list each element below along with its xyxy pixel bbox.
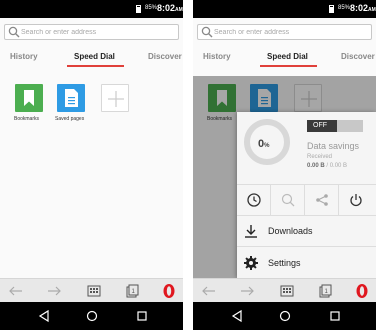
- main-menu-panel: 0% OFF Data savings Received 0.00 B / 0.…: [237, 112, 376, 278]
- address-bar[interactable]: [197, 24, 372, 40]
- document-icon: [65, 89, 78, 107]
- tab-discover[interactable]: Discover: [341, 52, 375, 61]
- search-icon: [281, 193, 295, 207]
- power-icon: [350, 194, 362, 207]
- menu-item-downloads[interactable]: Downloads: [237, 216, 376, 247]
- phone-screen-speed-dial: 85% 8:02AM History Speed Dial Discover B…: [0, 0, 183, 330]
- data-savings-title: Data savings: [307, 141, 360, 151]
- menu-item-settings[interactable]: Settings: [237, 248, 376, 278]
- bottom-toolbar: 1: [193, 278, 376, 303]
- speed-dial-grid-icon[interactable]: [86, 283, 102, 299]
- tab-bar: History Speed Dial Discover: [0, 50, 183, 70]
- speed-dial-label: Saved pages: [55, 116, 85, 122]
- clock-icon: [247, 193, 261, 207]
- plus-icon: [108, 91, 124, 107]
- clock: 8:02AM: [157, 3, 183, 13]
- android-nav-bar: [0, 302, 183, 330]
- nav-recents-icon[interactable]: [327, 308, 343, 324]
- active-tab-indicator: [260, 65, 317, 67]
- tab-history[interactable]: History: [203, 52, 231, 61]
- menu-item-label: Settings: [268, 258, 301, 268]
- active-tab-indicator: [67, 65, 124, 67]
- status-bar: 85% 8:02AM: [0, 0, 183, 18]
- history-button[interactable]: [237, 185, 271, 215]
- speed-dial-bookmarks[interactable]: [15, 84, 43, 112]
- tab-speed-dial[interactable]: Speed Dial: [267, 52, 308, 61]
- status-bar: 85% 8:02AM: [193, 0, 376, 18]
- address-bar[interactable]: [4, 24, 179, 40]
- nav-recents-icon[interactable]: [134, 308, 150, 324]
- battery-icon: [136, 5, 141, 13]
- search-input[interactable]: [214, 25, 369, 39]
- tab-history[interactable]: History: [10, 52, 38, 61]
- add-speed-dial-button[interactable]: [101, 84, 129, 112]
- menu-item-label: Downloads: [268, 226, 313, 236]
- search-icon: [8, 26, 20, 38]
- received-amount: 0.00 B / 0.00 B: [307, 163, 348, 169]
- share-button[interactable]: [305, 185, 339, 215]
- forward-arrow-icon[interactable]: [239, 283, 255, 299]
- nav-home-icon[interactable]: [84, 308, 100, 324]
- battery-percent: 85%: [145, 5, 158, 11]
- battery-icon: [329, 5, 334, 13]
- tab-bar: History Speed Dial Discover: [193, 50, 376, 70]
- speed-dial-grid-icon[interactable]: [279, 283, 295, 299]
- speed-dial-label: Bookmarks: [14, 116, 40, 122]
- data-savings-toggle[interactable]: OFF: [307, 120, 363, 132]
- speed-dial-saved-pages[interactable]: [57, 84, 85, 112]
- back-arrow-icon[interactable]: [8, 283, 24, 299]
- tabs-icon[interactable]: 1: [124, 283, 140, 299]
- back-arrow-icon[interactable]: [201, 283, 217, 299]
- bottom-toolbar: 1: [0, 278, 183, 303]
- nav-back-icon[interactable]: [36, 308, 52, 324]
- android-nav-bar: [193, 302, 376, 330]
- gear-icon: [244, 256, 258, 270]
- share-icon: [316, 194, 328, 206]
- received-label: Received: [307, 154, 333, 160]
- tab-speed-dial[interactable]: Speed Dial: [74, 52, 115, 61]
- download-icon: [245, 225, 257, 238]
- tab-discover[interactable]: Discover: [148, 52, 182, 61]
- bookmark-icon: [24, 90, 34, 106]
- phone-screen-menu-open: 85% 8:02AM History Speed Dial Discover B…: [193, 0, 376, 330]
- forward-arrow-icon[interactable]: [46, 283, 62, 299]
- opera-menu-icon[interactable]: [161, 283, 177, 299]
- search-input[interactable]: [21, 25, 176, 39]
- menu-icon-row: [237, 184, 376, 216]
- opera-menu-icon[interactable]: [354, 283, 370, 299]
- nav-home-icon[interactable]: [277, 308, 293, 324]
- toggle-knob: [337, 120, 363, 132]
- exit-button[interactable]: [339, 185, 376, 215]
- find-in-page-button[interactable]: [271, 185, 305, 215]
- tabs-icon[interactable]: 1: [317, 283, 333, 299]
- search-icon: [201, 26, 213, 38]
- battery-percent: 85%: [338, 5, 351, 11]
- toggle-state: OFF: [313, 122, 327, 129]
- data-savings-percent: 0%: [258, 138, 270, 150]
- nav-back-icon[interactable]: [229, 308, 245, 324]
- clock: 8:02AM: [350, 3, 376, 13]
